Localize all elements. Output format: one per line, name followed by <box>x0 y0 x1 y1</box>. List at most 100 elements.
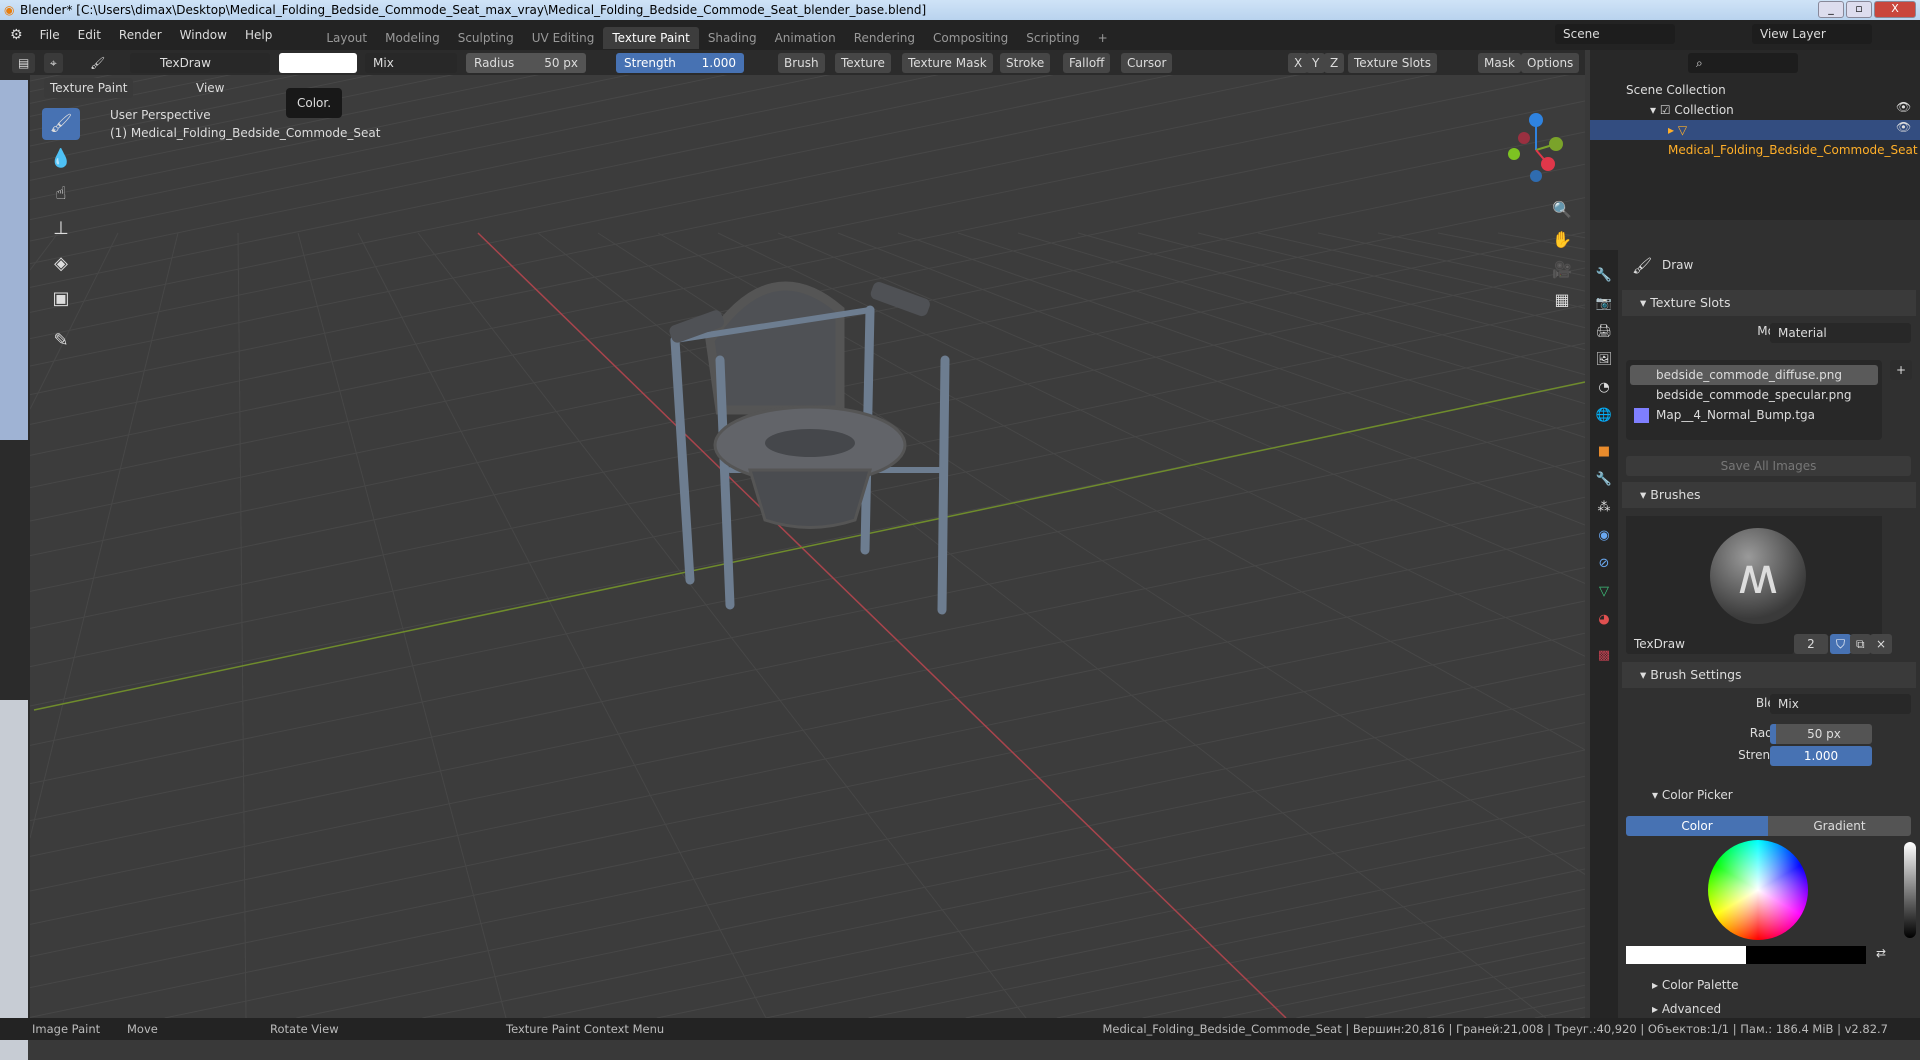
close-button[interactable]: X <box>1874 1 1916 18</box>
pan-hand-icon[interactable]: ✋ <box>1550 225 1574 255</box>
mirror-y-toggle[interactable]: Y <box>1306 53 1326 73</box>
tab-animation[interactable]: Animation <box>766 27 845 49</box>
transform-pivot-icon[interactable]: ⌖ <box>44 53 63 73</box>
3d-viewport[interactable]: User Perspective (1) Medical_Folding_Bed… <box>30 50 1585 1018</box>
soften-tool-icon[interactable]: 💧 <box>42 143 80 175</box>
mask-menu[interactable]: Mask <box>1478 53 1521 73</box>
radius-slider[interactable]: Radius 50 px <box>466 53 586 73</box>
texture-slot-mode-dropdown[interactable]: Material <box>1770 323 1911 343</box>
swap-colors-icon[interactable]: ⇄ <box>1876 946 1886 960</box>
tab-sculpting[interactable]: Sculpting <box>449 27 523 49</box>
tab-rendering[interactable]: Rendering <box>845 27 924 49</box>
menu-edit[interactable]: Edit <box>69 28 110 42</box>
mask-tool-icon[interactable]: ▣ <box>42 283 80 315</box>
cursor-menu[interactable]: Cursor <box>1121 53 1173 73</box>
view-menu[interactable]: View <box>190 78 230 98</box>
radius-slider[interactable]: 50 px <box>1770 724 1872 744</box>
blend-mode-dropdown[interactable]: Mix <box>365 53 457 73</box>
texture-mask-menu[interactable]: Texture Mask <box>902 53 993 73</box>
value-slider[interactable] <box>1904 842 1916 938</box>
color-mode-tab[interactable]: Color <box>1626 816 1768 836</box>
falloff-menu[interactable]: Falloff <box>1063 53 1111 73</box>
camera-icon[interactable]: 🎥 <box>1550 255 1574 285</box>
mode-selector[interactable]: Texture Paint <box>44 78 134 98</box>
scene-tab-icon[interactable]: ◔ <box>1594 378 1614 398</box>
menu-window[interactable]: Window <box>171 28 236 42</box>
menu-render[interactable]: Render <box>110 28 171 42</box>
tab-scripting[interactable]: Scripting <box>1017 27 1088 49</box>
outliner-search-input[interactable]: ⌕ <box>1688 53 1798 73</box>
tab-shading[interactable]: Shading <box>699 27 766 49</box>
stroke-menu[interactable]: Stroke <box>1000 53 1051 73</box>
render-tab-icon[interactable]: 📷 <box>1594 294 1614 314</box>
visibility-eye-icon[interactable]: 👁 <box>1896 120 1911 134</box>
scene-selector[interactable]: Scene <box>1555 24 1675 44</box>
material-tab-icon[interactable]: ◕ <box>1594 610 1614 630</box>
object-tab-icon[interactable]: ■ <box>1594 442 1614 462</box>
constraints-tab-icon[interactable]: ⊘ <box>1594 554 1614 574</box>
brush-settings-panel-header[interactable]: ▾ Brush Settings <box>1622 662 1916 688</box>
gradient-mode-tab[interactable]: Gradient <box>1768 816 1911 836</box>
grid-view-icon[interactable]: ▦ <box>1550 285 1574 315</box>
brush-color-swatch[interactable] <box>279 53 357 73</box>
outliner-collection[interactable]: ▾ ☑ Collection <box>1650 100 1734 120</box>
texture-slots-menu[interactable]: Texture Slots <box>1348 53 1437 73</box>
texture-menu[interactable]: Texture <box>835 53 891 73</box>
clone-tool-icon[interactable]: ⊥ <box>42 213 80 245</box>
color-palette-subpanel[interactable]: ▸ Color Palette <box>1652 978 1739 992</box>
mirror-z-toggle[interactable]: Z <box>1324 53 1345 73</box>
outliner-scene-collection[interactable]: Scene Collection <box>1626 80 1726 100</box>
texture-slot-item[interactable]: bedside_commode_diffuse.png <box>1630 365 1878 385</box>
brushes-panel-header[interactable]: ▾ Brushes <box>1622 482 1916 508</box>
draw-tool-icon[interactable]: 🖌 <box>42 108 80 140</box>
tab-modeling[interactable]: Modeling <box>376 27 449 49</box>
color-picker-subpanel-header[interactable]: ▾ Color Picker <box>1652 788 1733 802</box>
outliner-object-row[interactable]: ▸ ▽ Medical_Folding_Bedside_Commode_Seat <box>1590 120 1920 157</box>
view-layer-tab-icon[interactable]: 🖼 <box>1594 350 1614 370</box>
minimize-button[interactable]: _ <box>1818 1 1844 18</box>
fill-tool-icon[interactable]: ◈ <box>42 248 80 280</box>
unlink-brush-icon[interactable]: × <box>1870 634 1893 654</box>
texture-slot-item[interactable]: bedside_commode_specular.png <box>1630 385 1878 405</box>
particles-tab-icon[interactable]: ⁂ <box>1594 498 1614 518</box>
menu-file[interactable]: File <box>31 28 69 42</box>
editor-type-icon[interactable]: ▤ <box>12 53 36 73</box>
fake-user-shield-icon[interactable]: ⛉ <box>1830 634 1852 654</box>
smear-tool-icon[interactable]: ☝ <box>42 178 80 210</box>
visibility-eye-icon[interactable]: 👁 <box>1896 100 1911 114</box>
brush-users-count[interactable]: 2 <box>1794 634 1828 654</box>
world-tab-icon[interactable]: 🌐 <box>1594 406 1614 426</box>
color-wheel[interactable] <box>1708 840 1808 940</box>
maximize-button[interactable]: ▫ <box>1846 1 1872 18</box>
brush-name-field[interactable]: TexDraw <box>130 53 270 73</box>
tool-tab-icon[interactable]: 🔧 <box>1594 266 1614 286</box>
brush-menu[interactable]: Brush <box>778 53 825 73</box>
brush-preview[interactable]: ʍ <box>1626 516 1882 636</box>
texture-slots-panel-header[interactable]: ▾ Texture Slots <box>1622 290 1916 316</box>
output-tab-icon[interactable]: 🖨 <box>1594 322 1614 342</box>
save-all-images-button[interactable]: Save All Images <box>1626 456 1911 476</box>
blend-dropdown[interactable]: Mix <box>1770 694 1911 714</box>
tab-texture-paint[interactable]: Texture Paint <box>603 27 699 49</box>
brush-name-field[interactable]: TexDraw <box>1626 634 1794 654</box>
view-layer-selector[interactable]: View Layer <box>1752 24 1872 44</box>
mesh-data-tab-icon[interactable]: ▽ <box>1594 582 1614 602</box>
strength-slider[interactable]: 1.000 <box>1770 746 1872 766</box>
add-workspace-button[interactable]: + <box>1089 27 1117 49</box>
texture-tab-icon[interactable]: ▩ <box>1594 646 1614 666</box>
navigation-gizmo[interactable] <box>1490 110 1580 190</box>
primary-color-swatch[interactable] <box>1626 946 1746 964</box>
add-texture-slot-button[interactable]: + <box>1890 360 1913 380</box>
duplicate-brush-icon[interactable]: ⧉ <box>1850 634 1871 654</box>
options-menu[interactable]: Options <box>1521 53 1580 73</box>
tab-compositing[interactable]: Compositing <box>924 27 1017 49</box>
tab-uv-editing[interactable]: UV Editing <box>523 27 604 49</box>
tab-layout[interactable]: Layout <box>317 27 376 49</box>
physics-tab-icon[interactable]: ◉ <box>1594 526 1614 546</box>
secondary-color-swatch[interactable] <box>1746 946 1866 964</box>
annotate-tool-icon[interactable]: ✎ <box>42 325 80 357</box>
advanced-subpanel[interactable]: ▸ Advanced <box>1652 1002 1721 1016</box>
strength-slider[interactable]: Strength 1.000 <box>616 53 744 73</box>
blender-menu-icon[interactable]: ⚙ <box>0 27 31 43</box>
zoom-icon[interactable]: 🔍 <box>1550 195 1574 225</box>
